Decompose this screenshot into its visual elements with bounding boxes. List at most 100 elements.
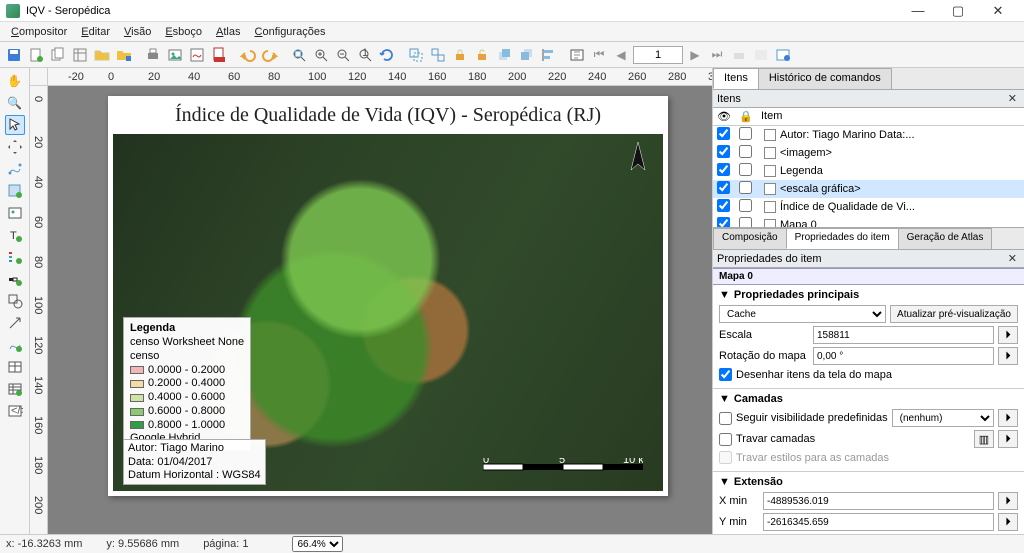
items-row[interactable]: Mapa 0 (713, 216, 1024, 228)
maximize-button[interactable]: ▢ (938, 0, 978, 22)
menu-atlas[interactable]: Atlas (209, 26, 247, 38)
chevron-down-icon[interactable]: ▼ (719, 476, 730, 488)
export-pdf-icon[interactable] (209, 45, 229, 65)
new-composer-icon[interactable] (26, 45, 46, 65)
items-row[interactable]: Índice de Qualidade de Vi... (713, 198, 1024, 216)
add-arrow-tool-icon[interactable] (5, 313, 25, 333)
add-html-tool-icon[interactable]: </> (5, 401, 25, 421)
item-visible-checkbox[interactable] (717, 127, 730, 140)
legend-item[interactable]: Legenda censo Worksheet None censo 0.000… (123, 317, 251, 451)
atlas-next-icon[interactable]: ▶ (685, 45, 705, 65)
atlas-last-icon[interactable]: ⏭ (707, 45, 727, 65)
menu-visao[interactable]: Visão (117, 26, 158, 38)
props-panel-close-icon[interactable]: ✕ (1005, 252, 1020, 265)
escala-override-icon[interactable]: ⏵ (998, 326, 1018, 344)
chevron-down-icon[interactable]: ▼ (719, 289, 730, 301)
item-lock-checkbox[interactable] (739, 145, 752, 158)
zoom-select[interactable]: 66.4% (292, 536, 343, 552)
move-content-tool-icon[interactable] (5, 137, 25, 157)
lock-layers-override-icon[interactable]: ⏵ (998, 430, 1018, 448)
item-visible-checkbox[interactable] (717, 181, 730, 194)
item-visible-checkbox[interactable] (717, 199, 730, 212)
ymin-override-icon[interactable]: ⏵ (998, 513, 1018, 531)
cache-select[interactable]: Cache (719, 305, 886, 323)
rotation-override-icon[interactable]: ⏵ (998, 347, 1018, 365)
add-shape-tool-icon[interactable] (5, 291, 25, 311)
atlas-page-input[interactable] (633, 46, 683, 64)
unlock-icon[interactable] (472, 45, 492, 65)
author-label[interactable]: Autor: Tiago Marino Data: 01/04/2017 Dat… (123, 439, 266, 485)
load-template-icon[interactable] (92, 45, 112, 65)
add-label-tool-icon[interactable]: T (5, 225, 25, 245)
zoom-full-icon[interactable] (289, 45, 309, 65)
menu-editar[interactable]: Editar (74, 26, 117, 38)
item-visible-checkbox[interactable] (717, 163, 730, 176)
zoom-actual-icon[interactable]: 1 (355, 45, 375, 65)
refresh-icon[interactable] (377, 45, 397, 65)
export-image-icon[interactable] (165, 45, 185, 65)
item-lock-checkbox[interactable] (739, 127, 752, 140)
edit-nodes-tool-icon[interactable] (5, 159, 25, 179)
update-preview-button[interactable]: Atualizar pré-visualização (890, 305, 1018, 323)
print-icon[interactable] (143, 45, 163, 65)
atlas-settings-icon[interactable] (773, 45, 793, 65)
raise-icon[interactable] (494, 45, 514, 65)
set-layers-icon[interactable]: ▥ (974, 430, 994, 448)
add-legend-tool-icon[interactable] (5, 247, 25, 267)
atlas-export-icon[interactable] (751, 45, 771, 65)
ptab-atlas[interactable]: Geração de Atlas (898, 228, 993, 249)
select-tool-icon[interactable] (5, 115, 25, 135)
layout-page[interactable]: Índice de Qualidade de Vida (IQV) - Sero… (108, 96, 668, 496)
escala-input[interactable] (813, 326, 994, 344)
ptab-item-props[interactable]: Propriedades do item (786, 228, 899, 249)
item-lock-checkbox[interactable] (739, 217, 752, 228)
ungroup-icon[interactable] (428, 45, 448, 65)
save-icon[interactable] (4, 45, 24, 65)
composer-manager-icon[interactable] (70, 45, 90, 65)
chevron-down-icon[interactable]: ▼ (719, 393, 730, 405)
item-lock-checkbox[interactable] (739, 163, 752, 176)
xmin-input[interactable] (763, 492, 994, 510)
scalebar-item[interactable]: 0 5 10 km (483, 458, 643, 479)
export-svg-icon[interactable] (187, 45, 207, 65)
items-row[interactable]: Legenda (713, 162, 1024, 180)
map-item[interactable]: Legenda censo Worksheet None censo 0.000… (113, 134, 663, 491)
item-lock-checkbox[interactable] (739, 181, 752, 194)
tab-items[interactable]: Itens (713, 68, 759, 89)
atlas-preview-icon[interactable] (567, 45, 587, 65)
zoom-in-icon[interactable] (311, 45, 331, 65)
items-row[interactable]: <escala gráfica> (713, 180, 1024, 198)
composer-canvas[interactable]: Índice de Qualidade de Vida (IQV) - Sero… (48, 86, 712, 534)
ptab-composition[interactable]: Composição (713, 228, 787, 249)
item-lock-checkbox[interactable] (739, 199, 752, 212)
atlas-print-icon[interactable] (729, 45, 749, 65)
undo-icon[interactable] (238, 45, 258, 65)
save-template-icon[interactable] (114, 45, 134, 65)
add-scalebar-tool-icon[interactable] (5, 269, 25, 289)
add-table-tool-icon[interactable] (5, 357, 25, 377)
atlas-first-icon[interactable]: ⏮ (589, 45, 609, 65)
menu-esboco[interactable]: Esboço (158, 26, 209, 38)
minimize-button[interactable]: — (898, 0, 938, 22)
ymin-input[interactable] (763, 513, 994, 531)
menu-compositor[interactable]: Compositor (4, 26, 74, 38)
add-attr-table-tool-icon[interactable] (5, 379, 25, 399)
zoom-out-icon[interactable] (333, 45, 353, 65)
align-left-icon[interactable] (538, 45, 558, 65)
close-button[interactable]: ✕ (978, 0, 1018, 22)
item-visible-checkbox[interactable] (717, 145, 730, 158)
add-image-tool-icon[interactable] (5, 203, 25, 223)
item-visible-checkbox[interactable] (717, 217, 730, 228)
add-nodes-tool-icon[interactable] (5, 335, 25, 355)
lower-icon[interactable] (516, 45, 536, 65)
north-arrow[interactable] (623, 140, 653, 180)
vis-override-icon[interactable]: ⏵ (998, 409, 1018, 427)
duplicate-composer-icon[interactable] (48, 45, 68, 65)
follow-visibility-checkbox[interactable]: Seguir visibilidade predefinidas (719, 412, 888, 425)
zoom-tool-icon[interactable]: 🔍 (5, 93, 25, 113)
items-row[interactable]: Autor: Tiago Marino Data:... (713, 126, 1024, 144)
rotation-input[interactable] (813, 347, 994, 365)
lock-icon[interactable] (450, 45, 470, 65)
visibility-preset-select[interactable]: (nenhum) (892, 409, 994, 427)
atlas-prev-icon[interactable]: ◀ (611, 45, 631, 65)
